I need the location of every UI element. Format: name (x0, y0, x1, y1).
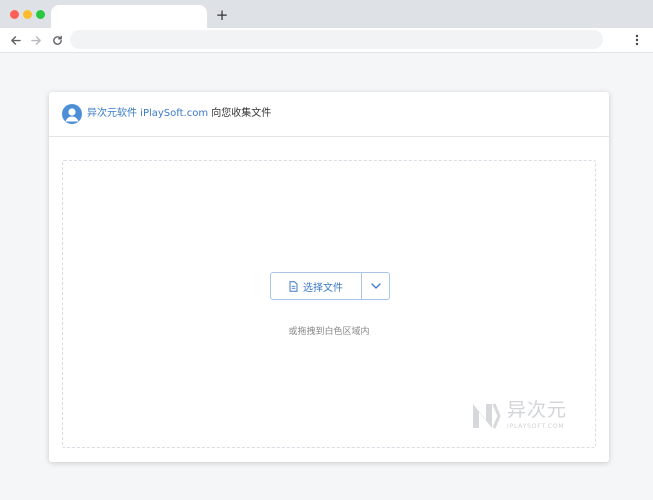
chevron-down-icon (370, 283, 381, 289)
back-button[interactable] (7, 32, 23, 48)
address-bar[interactable] (70, 30, 603, 49)
reload-button[interactable] (49, 32, 65, 48)
file-collection-card: 异次元软件 iPlaySoft.com 向您收集文件 选择文件 或拖拽到白色区域… (49, 92, 609, 462)
upload-options-dropdown[interactable] (362, 273, 389, 299)
browser-window: + 异次元软件 iPlaySoft.com 向您收集文件 选择文件 或拖拽到白色… (0, 0, 653, 500)
new-tab-button[interactable]: + (214, 6, 230, 24)
drag-hint: 或拖拽到白色区域内 (288, 327, 370, 337)
kebab-menu-icon (635, 34, 639, 46)
tab-strip: + (0, 0, 653, 28)
maximize-window-button[interactable] (36, 10, 45, 19)
minimize-window-button[interactable] (23, 10, 32, 19)
owner-link[interactable]: 异次元软件 iPlaySoft.com (87, 108, 208, 119)
select-file-label: 选择文件 (303, 282, 343, 294)
drop-zone[interactable]: 选择文件 或拖拽到白色区域内 异次元 IPLAYSOFT.COM (62, 160, 596, 448)
file-select-button-group: 选择文件 (270, 272, 390, 300)
browser-toolbar (0, 28, 653, 53)
watermark-subtitle: IPLAYSOFT.COM (507, 423, 565, 430)
close-window-button[interactable] (10, 10, 19, 19)
card-header: 异次元软件 iPlaySoft.com 向您收集文件 (49, 92, 609, 137)
select-file-button[interactable]: 选择文件 (271, 273, 362, 299)
arrow-right-icon (30, 35, 41, 45)
collector-title: 异次元软件 iPlaySoft.com 向您收集文件 (87, 106, 271, 122)
watermark: 异次元 IPLAYSOFT.COM (471, 399, 581, 435)
watermark-title: 异次元 (507, 399, 568, 421)
file-icon (289, 280, 298, 292)
collector-suffix: 向您收集文件 (208, 108, 272, 119)
iplaysoft-logo-icon (473, 403, 501, 429)
arrow-left-icon (10, 35, 21, 45)
active-tab[interactable] (51, 5, 207, 28)
forward-button[interactable] (28, 32, 44, 48)
browser-menu-button[interactable] (631, 32, 643, 48)
user-avatar-icon (62, 104, 82, 124)
reload-icon (52, 35, 62, 45)
